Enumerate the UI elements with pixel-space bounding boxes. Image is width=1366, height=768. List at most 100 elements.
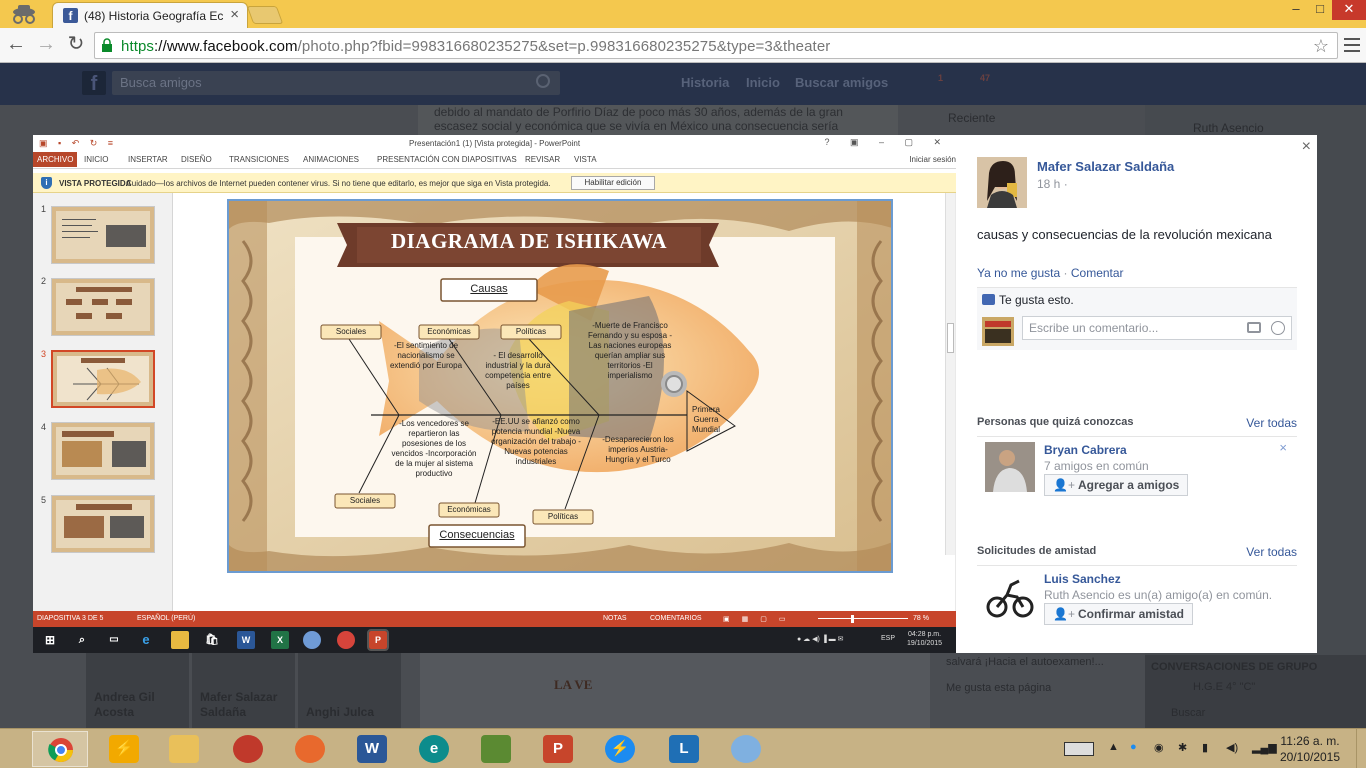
taskbar-lync[interactable]: L xyxy=(656,731,712,767)
battery-icon[interactable]: ▮ xyxy=(1202,741,1208,754)
photo-viewer[interactable]: ▣ ▪ ↶ ↻ ≡ Presentación1 (1) [Vista prote… xyxy=(33,135,956,653)
requester-name[interactable]: Luis Sanchez xyxy=(1044,572,1121,586)
ppt-login: Iniciar sesión xyxy=(909,155,956,164)
notifications-badge[interactable]: 47 xyxy=(980,73,990,83)
taskbar-app[interactable] xyxy=(220,731,276,767)
messages-badge[interactable]: 1 xyxy=(938,73,943,83)
nav-history[interactable]: Historia xyxy=(681,75,729,90)
slide-editor: DIAGRAMA DE ISHIKAWA Causas Consecuencia… xyxy=(173,193,955,611)
volume-icon[interactable]: ◀) xyxy=(1226,741,1238,754)
camera-icon[interactable] xyxy=(1247,322,1261,333)
facebook-search-input[interactable]: Busca amigos xyxy=(112,71,560,95)
category-social-top: Sociales xyxy=(335,327,367,336)
group-conversations: CONVERSACIONES DE GRUPO H.G.E 4° "C" Bus… xyxy=(1145,655,1366,728)
new-tab-button[interactable] xyxy=(246,6,284,24)
ribbon-tab: ANIMACIONES xyxy=(303,155,360,164)
slide-thumbnail xyxy=(51,422,155,480)
inner-windows-taskbar: ⊞ ⌕ ▭ e 🛍 W X P ● ☁ ◀) ▐ ▬ ✉ ESP 04:28 p… xyxy=(33,627,956,653)
diagram-title: DIAGRAMA DE ISHIKAWA xyxy=(390,229,668,253)
author-avatar[interactable] xyxy=(977,157,1027,208)
consequences-label: Consecuencias xyxy=(439,529,515,541)
protected-view-bar: i VISTA PROTEGIDA Cuidado—los archivos d… xyxy=(33,173,956,193)
ribbon-tab: TRANSICIONES xyxy=(229,155,290,164)
add-friend-button[interactable]: 👤+ Agregar a amigos xyxy=(1044,474,1189,496)
chrome-menu-icon[interactable] xyxy=(1342,34,1362,56)
emoji-icon[interactable] xyxy=(1271,321,1285,335)
friend-tile[interactable]: Anghi Julca xyxy=(298,651,401,728)
tab-close-icon[interactable]: × xyxy=(230,6,239,23)
network-tray-icon[interactable]: ◉ xyxy=(1154,741,1164,754)
requester-avatar[interactable] xyxy=(985,571,1035,621)
taskbar-powerpoint[interactable]: P xyxy=(530,731,586,767)
person-avatar[interactable] xyxy=(985,442,1035,492)
browser-toolbar: ← → ↻ https://www.facebook.com/photo.php… xyxy=(0,28,1366,63)
forward-button[interactable]: → xyxy=(34,33,58,57)
cons-polit-text: -Desaparecieron los imperios Austria-Hun… xyxy=(602,435,674,464)
nav-find-friends[interactable]: Buscar amigos xyxy=(795,75,888,90)
photo-caption: causas y consecuencias de la revolución … xyxy=(977,227,1272,242)
comment-input[interactable]: Escribe un comentario... xyxy=(1022,316,1292,340)
tray-up-icon[interactable]: ▲ xyxy=(1108,741,1119,753)
window-maximize-button[interactable]: □ xyxy=(1308,0,1332,20)
slide-thumbnail xyxy=(51,206,155,264)
post-actions: Ya no me gusta · Comentar xyxy=(977,266,1124,280)
taskbar-app[interactable] xyxy=(282,731,338,767)
comment-link[interactable]: Comentar xyxy=(1071,266,1124,280)
ppt-titlebar: ▣ ▪ ↶ ↻ ≡ Presentación1 (1) [Vista prote… xyxy=(33,135,956,151)
feed-post-text: debido al mandato de Porfirio Díaz de po… xyxy=(418,105,898,135)
nav-home[interactable]: Inicio xyxy=(746,75,780,90)
bluetooth-icon[interactable]: ✱ xyxy=(1178,741,1187,754)
eset-icon: e xyxy=(419,735,449,763)
show-desktop-button[interactable] xyxy=(1356,729,1366,768)
taskbar-paint[interactable] xyxy=(718,731,774,767)
taskbar-word[interactable]: W xyxy=(344,731,400,767)
window-minimize-button[interactable]: – xyxy=(1284,0,1308,20)
store-icon: 🛍 xyxy=(205,634,219,646)
friend-tile[interactable]: Mafer Salazar Saldaña xyxy=(192,651,295,728)
browser-tab[interactable]: f (48) Historia Geografía Ec × xyxy=(52,2,248,28)
cause-social-text: -El sentimiento de nacionalismo se exten… xyxy=(389,341,463,370)
person-name[interactable]: Bryan Cabrera xyxy=(1044,443,1127,457)
taskbar-explorer[interactable] xyxy=(156,731,212,767)
taskbar-app[interactable]: ⚡ xyxy=(96,731,152,767)
slide-thumbnail xyxy=(51,278,155,336)
url-text: https://www.facebook.com/photo.php?fbid=… xyxy=(121,38,831,55)
dismiss-icon[interactable]: × xyxy=(1279,440,1287,455)
address-bar[interactable]: https://www.facebook.com/photo.php?fbid=… xyxy=(94,32,1338,59)
pymk-see-all-link[interactable]: Ver todas xyxy=(1246,416,1297,430)
add-friend-icon: 👤+ xyxy=(1053,607,1075,621)
page-suggestion: salvará ¡Hacia el autoexamen!... Me gust… xyxy=(946,656,1104,694)
post-time[interactable]: 18 h · xyxy=(1037,177,1068,191)
close-viewer-icon[interactable]: × xyxy=(1302,138,1311,156)
keyboard-icon[interactable] xyxy=(1064,742,1094,756)
author-name[interactable]: Mafer Salazar Saldaña xyxy=(1037,159,1174,174)
mutual-friends[interactable]: 7 amigos en común xyxy=(1044,459,1149,473)
group-chat-item[interactable]: H.G.E 4° "C" xyxy=(1193,681,1255,693)
ribbon-tab: INICIO xyxy=(84,155,109,164)
facebook-logo-icon[interactable]: f xyxy=(82,71,106,95)
friend-tile[interactable]: Andrea Gil Acosta xyxy=(86,651,189,728)
taskbar-chrome[interactable] xyxy=(32,731,88,767)
system-clock[interactable]: 11:26 a. m. 20/10/2015 xyxy=(1272,733,1348,765)
taskbar-minecraft[interactable] xyxy=(468,731,524,767)
head-text: Primera Guerra Mundial xyxy=(691,405,720,434)
chat-contact[interactable]: Ruth Asencio xyxy=(1193,121,1264,135)
minecraft-icon xyxy=(481,735,511,763)
bookmark-star-icon[interactable]: ☆ xyxy=(1313,36,1329,57)
back-button[interactable]: ← xyxy=(4,33,28,57)
chat-search-input[interactable]: Buscar xyxy=(1171,707,1205,719)
zoom-slider xyxy=(818,618,908,619)
unlike-link[interactable]: Ya no me gusta xyxy=(977,266,1060,280)
chrome-icon xyxy=(337,631,355,649)
confirm-friend-button[interactable]: 👤+ Confirmar amistad xyxy=(1044,603,1193,625)
taskbar-eset[interactable]: e xyxy=(406,731,462,767)
taskbar-messenger[interactable]: ⚡ xyxy=(592,731,648,767)
lock-icon xyxy=(102,38,112,52)
slide-scrollbar xyxy=(945,193,955,555)
reload-button[interactable]: ↻ xyxy=(64,33,88,57)
tab-title: (48) Historia Geografía Ec xyxy=(84,9,224,23)
messenger-tray-icon[interactable]: ● xyxy=(1130,741,1137,753)
requests-see-all-link[interactable]: Ver todas xyxy=(1246,545,1297,559)
window-close-button[interactable]: ✕ xyxy=(1332,0,1366,20)
ribbon-tab-archivo: ARCHIVO xyxy=(33,152,78,167)
